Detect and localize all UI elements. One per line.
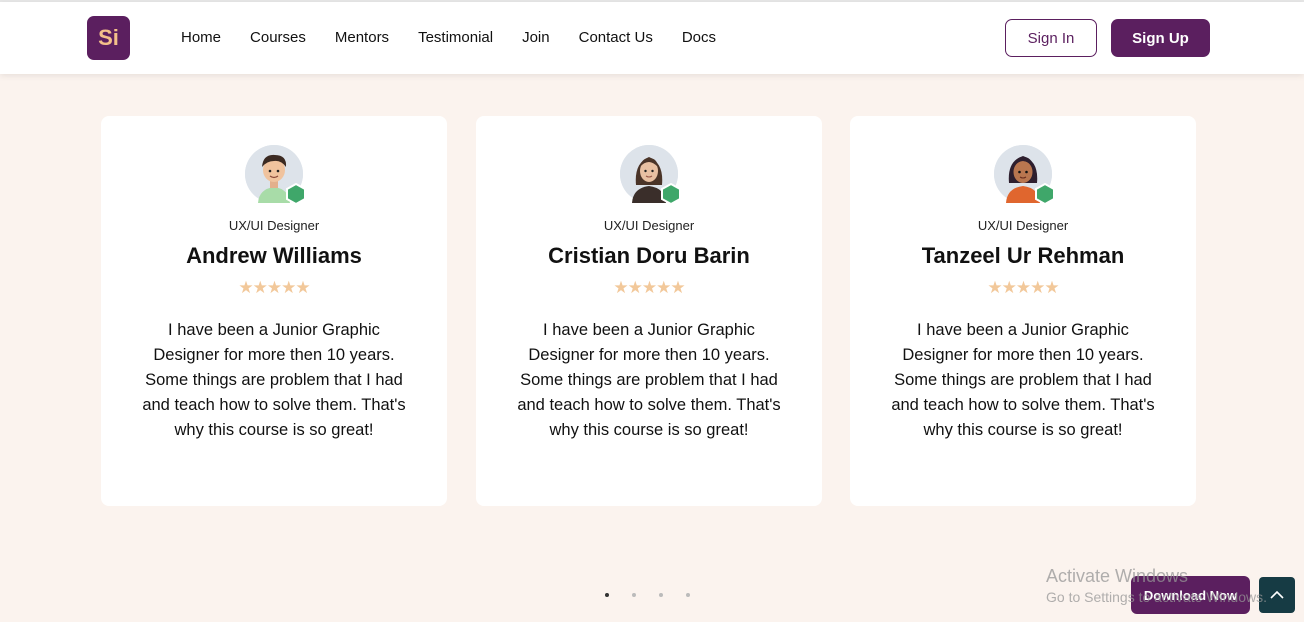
testimonial-card: UX/UI Designer Tanzeel Ur Rehman ★★★★★ I… [850,116,1196,506]
sign-in-button[interactable]: Sign In [1005,19,1097,57]
testimonial-card: UX/UI Designer Andrew Williams ★★★★★ I h… [101,116,447,506]
verified-badge-icon [1035,183,1055,205]
carousel-dot-2[interactable] [632,593,636,597]
testimonial-card: UX/UI Designer Cristian Doru Barin ★★★★★… [476,116,822,506]
star-rating: ★★★★★ [613,278,685,297]
chevron-up-icon [1270,590,1284,599]
carousel-pagination [605,593,690,597]
logo[interactable]: Si [87,16,130,60]
nav-docs[interactable]: Docs [682,29,716,46]
star-rating: ★★★★★ [987,278,1059,297]
carousel-dot-4[interactable] [686,593,690,597]
nav-join[interactable]: Join [522,29,550,46]
testimonial-quote: I have been a Junior Graphic Designer fo… [517,321,781,439]
sign-up-button[interactable]: Sign Up [1111,19,1210,57]
nav-contact-us[interactable]: Contact Us [579,29,653,46]
download-now-button[interactable]: Download Now [1131,576,1250,614]
testimonial-quote: I have been a Junior Graphic Designer fo… [142,321,406,439]
testimonial-quote: I have been a Junior Graphic Designer fo… [891,321,1155,439]
carousel-dot-3[interactable] [659,593,663,597]
avatar [245,145,306,205]
carousel-dot-1[interactable] [605,593,609,597]
scroll-to-top-button[interactable] [1259,577,1295,613]
testimonial-name: Cristian Doru Barin [548,243,750,268]
verified-badge-icon [286,183,306,205]
testimonial-name: Andrew Williams [186,243,362,268]
star-rating: ★★★★★ [238,278,310,297]
avatar [620,145,681,205]
verified-badge-icon [661,183,681,205]
nav-courses[interactable]: Courses [250,29,306,46]
testimonial-name: Tanzeel Ur Rehman [921,243,1125,268]
navbar: Si Home Courses Mentors Testimonial Join… [0,2,1304,74]
testimonial-role: UX/UI Designer [603,218,695,233]
main-nav: Home Courses Mentors Testimonial Join Co… [181,29,745,46]
avatar [994,145,1055,205]
nav-home[interactable]: Home [181,29,221,46]
testimonial-role: UX/UI Designer [977,218,1069,233]
testimonial-role: UX/UI Designer [228,218,320,233]
nav-testimonial[interactable]: Testimonial [418,29,493,46]
nav-mentors[interactable]: Mentors [335,29,389,46]
